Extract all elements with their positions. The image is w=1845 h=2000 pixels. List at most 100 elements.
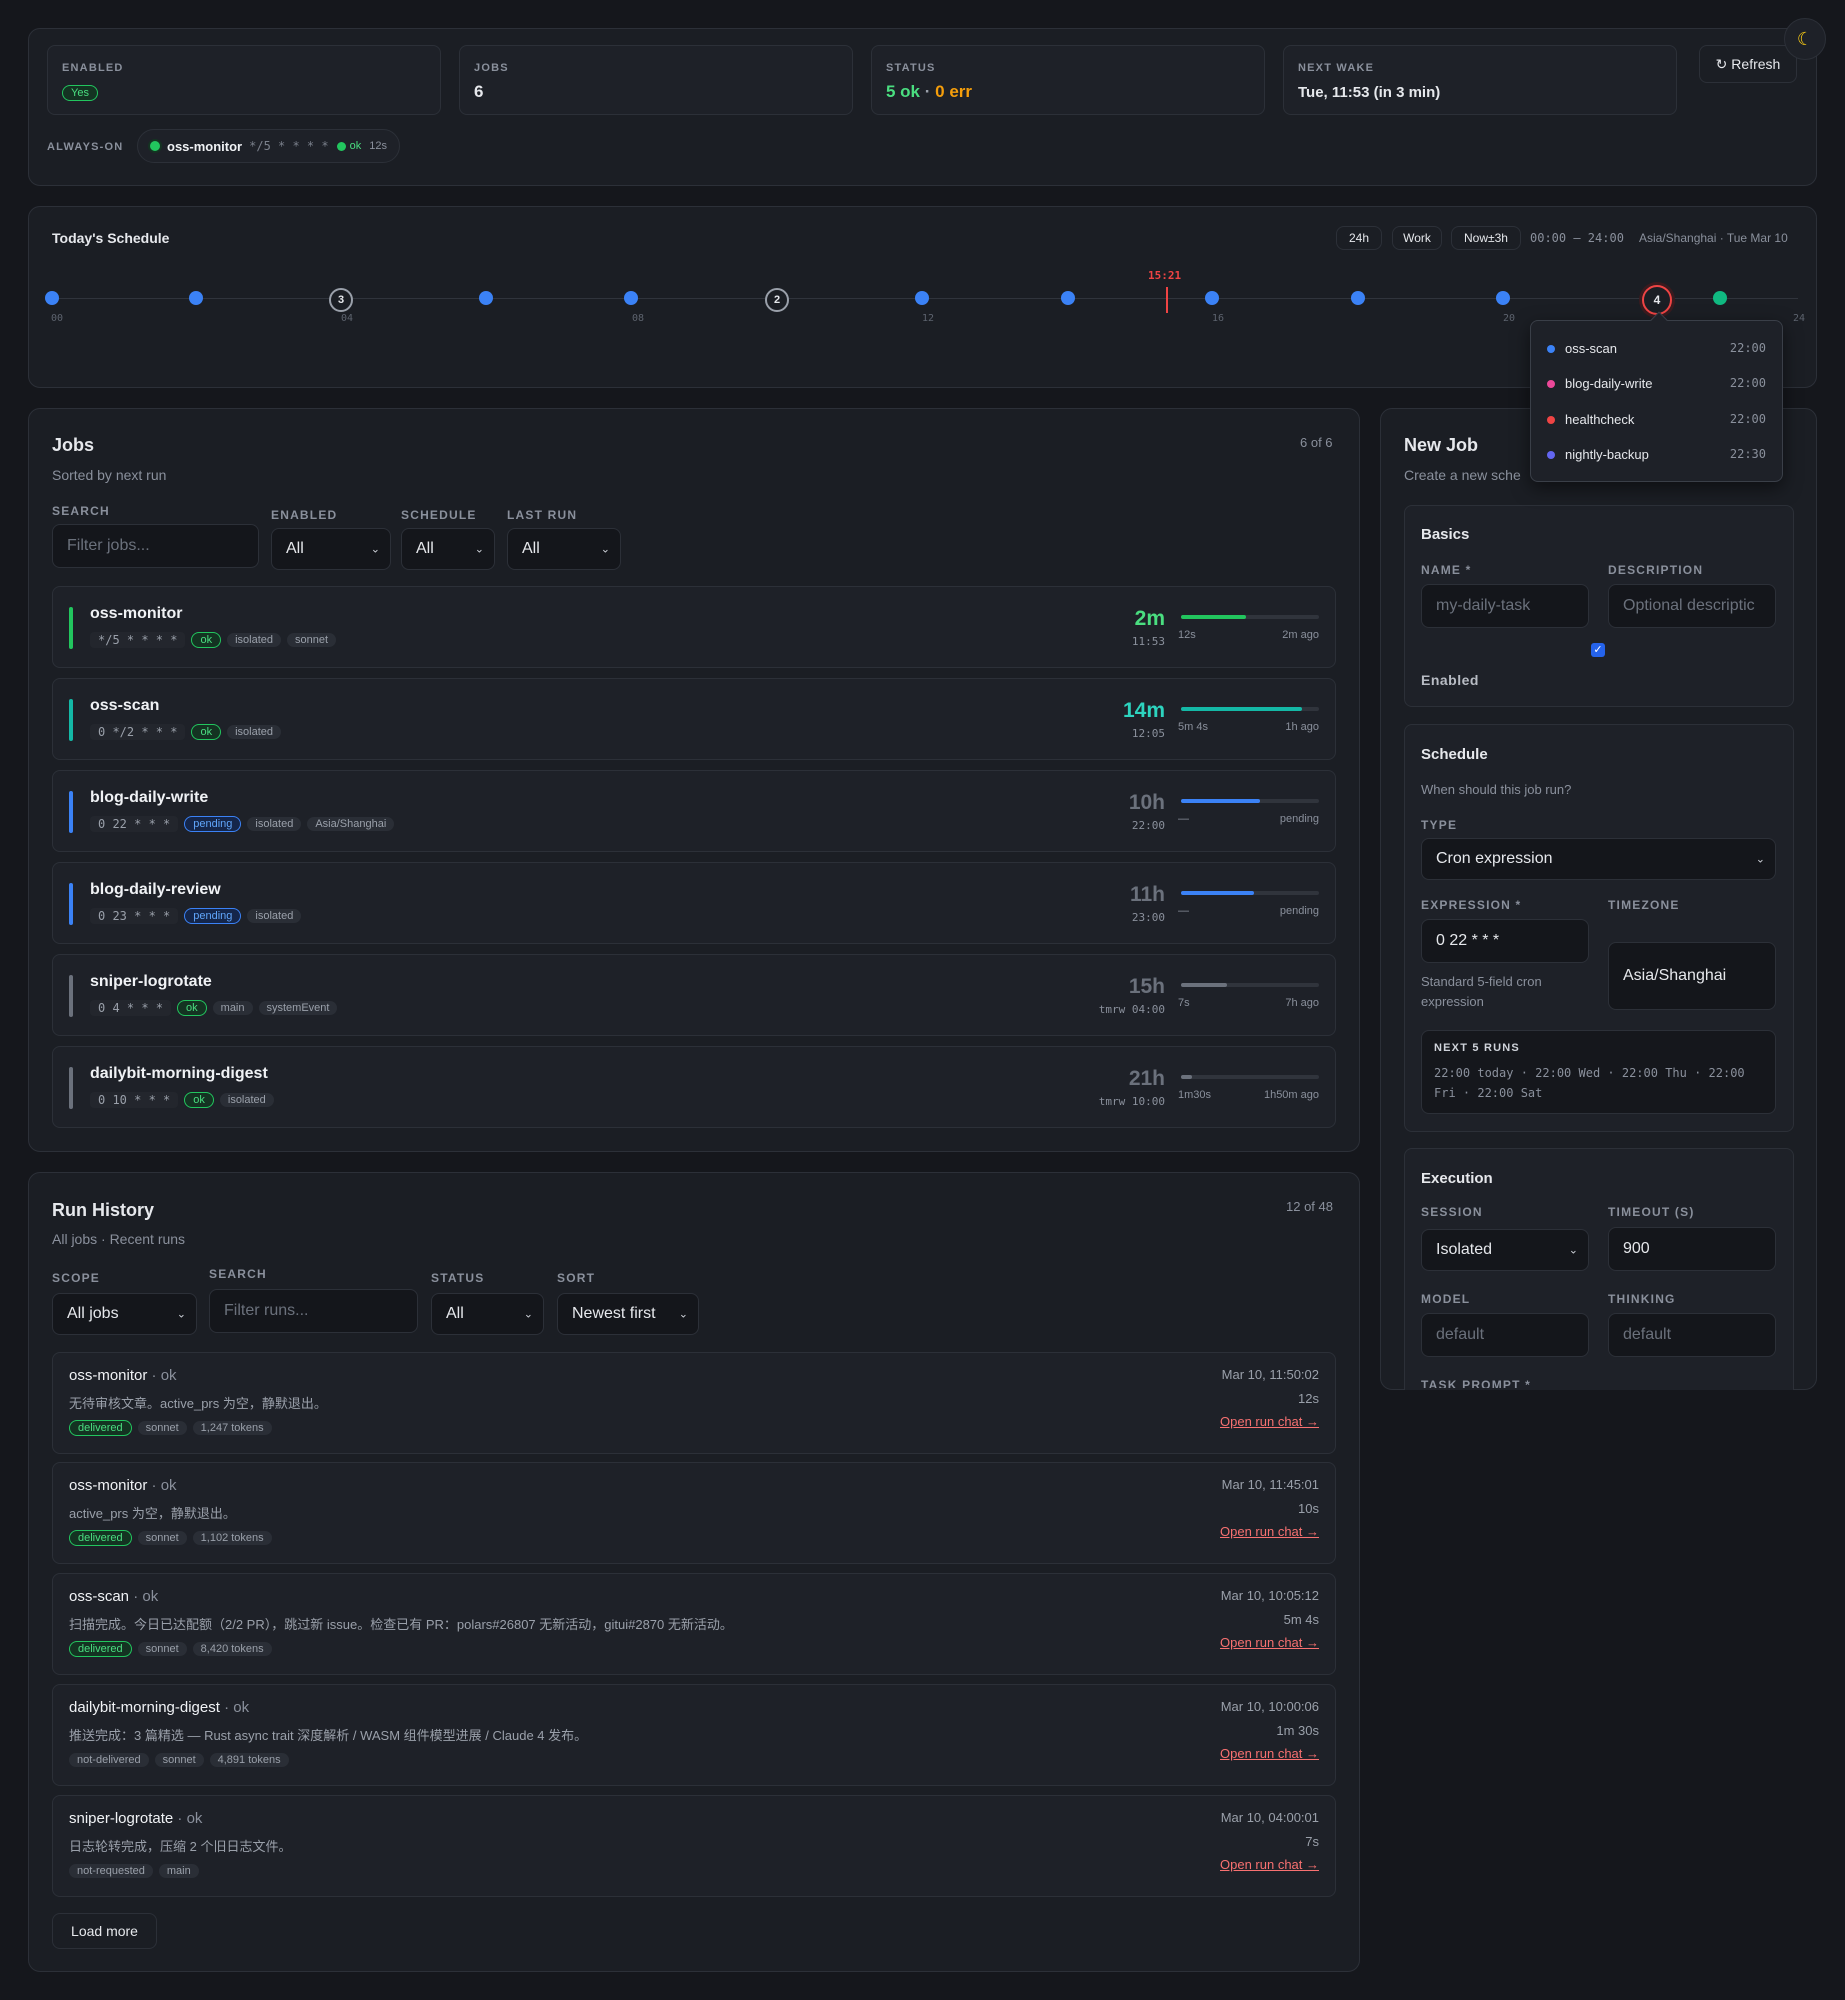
- timeline-cluster[interactable]: 2: [765, 288, 789, 312]
- load-more-button[interactable]: Load more: [52, 1913, 157, 1949]
- runs-scope-label: SCOPE: [52, 1271, 101, 1285]
- run-row[interactable]: oss-monitor · ok active_prs 为空，静默退出。 deliv…: [52, 1462, 1336, 1564]
- job-row[interactable]: oss-scan 0 */2 * * * ok isolated 14m 12:05 5m …: [52, 678, 1336, 760]
- timeline-job-dot[interactable]: [189, 291, 203, 305]
- jobs-lastrun-select[interactable]: All ⌄: [507, 528, 621, 570]
- popover-item[interactable]: nightly-backup: [1547, 447, 1649, 462]
- chevron-down-icon: ⌄: [370, 543, 380, 556]
- timeout-input[interactable]: 900: [1608, 1227, 1776, 1271]
- timeline-job-dot[interactable]: [479, 291, 493, 305]
- runs-sort-select[interactable]: Newest first ⌄: [557, 1293, 699, 1335]
- expression-hint: Standard 5-field cron expression: [1421, 974, 1542, 1009]
- job-progress: [1181, 615, 1319, 619]
- name-input[interactable]: my-daily-task: [1421, 584, 1589, 628]
- schedule-section-title: Schedule: [1421, 746, 1488, 763]
- job-tags: 0 10 * * * ok isolated: [90, 1091, 280, 1109]
- timeline-job-dot[interactable]: [1713, 291, 1727, 305]
- runs-search-input[interactable]: Filter runs...: [209, 1289, 418, 1333]
- job-tags: 0 22 * * * pending isolated Asia/Shanghai: [90, 815, 400, 833]
- theme-toggle-button[interactable]: ☾: [1784, 18, 1826, 60]
- newjob-subtitle: Create a new sche: [1404, 467, 1521, 483]
- job-name: sniper-logrotate: [90, 973, 212, 990]
- newjob-title: New Job: [1404, 435, 1479, 455]
- status-dot-icon: [150, 141, 160, 151]
- range-work-button[interactable]: Work: [1392, 226, 1442, 250]
- timeline-cluster-active[interactable]: 4: [1642, 285, 1672, 315]
- stat-next-wake-label: NEXT WAKE: [1298, 62, 1375, 74]
- type-select[interactable]: Cron expression ⌄: [1421, 838, 1776, 880]
- runs-status-select[interactable]: All ⌄: [431, 1293, 544, 1335]
- thinking-input[interactable]: default: [1608, 1313, 1776, 1357]
- run-summary: 无待审核文章。active_prs 为空，静默退出。: [69, 1396, 327, 1411]
- run-tag: 8,420 tokens: [192, 1642, 272, 1657]
- job-row[interactable]: dailybit-morning-digest 0 10 * * * ok isola…: [52, 1046, 1336, 1128]
- description-input[interactable]: Optional descriptic: [1608, 584, 1776, 628]
- open-run-chat-link[interactable]: Open run chat →: [1220, 1746, 1319, 1761]
- range-24h-button[interactable]: 24h: [1336, 226, 1382, 250]
- schedule-window: 00:00 — 24:00: [1530, 231, 1624, 245]
- run-duration: 12s: [1298, 1391, 1319, 1406]
- timeline-job-dot[interactable]: [45, 291, 59, 305]
- popover-item[interactable]: healthcheck: [1547, 412, 1634, 427]
- always-on-chip[interactable]: oss-monitor */5 * * * * ok 12s: [137, 129, 400, 163]
- popover-item[interactable]: blog-daily-write: [1547, 376, 1652, 391]
- timezone-input[interactable]: Asia/Shanghai: [1608, 942, 1776, 1010]
- chevron-down-icon: ⌄: [600, 543, 610, 556]
- job-progress-fill: [1181, 1075, 1193, 1079]
- jobs-search-input[interactable]: Filter jobs...: [52, 524, 259, 568]
- job-next-at: 23:00: [1131, 911, 1165, 924]
- job-tag: sonnet: [287, 633, 337, 648]
- popover-item-time: 22:30: [1729, 447, 1766, 461]
- job-tag: systemEvent: [258, 1001, 338, 1016]
- job-tags: 0 4 * * * ok main systemEvent: [90, 999, 343, 1017]
- job-progress-fill: [1181, 891, 1255, 895]
- jobs-schedule-select[interactable]: All ⌄: [401, 528, 495, 570]
- timeline-cluster[interactable]: 3: [329, 288, 353, 312]
- task-prompt-label: TASK PROMPT *: [1421, 1378, 1532, 1388]
- popover-item[interactable]: oss-scan: [1547, 341, 1617, 356]
- session-label: SESSION: [1421, 1205, 1483, 1219]
- timeline-job-dot[interactable]: [1351, 291, 1365, 305]
- enabled-checkbox[interactable]: ✓: [1591, 643, 1605, 657]
- timeline-job-dot[interactable]: [1496, 291, 1510, 305]
- run-job-name: oss-monitor: [69, 1477, 148, 1494]
- model-input[interactable]: default: [1421, 1313, 1589, 1357]
- job-row[interactable]: blog-daily-write 0 22 * * * pending isolate…: [52, 770, 1336, 852]
- session-select[interactable]: Isolated ⌄: [1421, 1229, 1589, 1271]
- job-last-ago: pending: [1279, 905, 1319, 917]
- refresh-button[interactable]: ↻ Refresh: [1699, 45, 1797, 83]
- stat-jobs-label: JOBS: [474, 62, 509, 74]
- tick-label: 20: [1503, 313, 1516, 324]
- job-last-ago: pending: [1279, 813, 1319, 825]
- timeline-job-dot[interactable]: [915, 291, 929, 305]
- timeline-job-dot[interactable]: [1061, 291, 1075, 305]
- run-status: · ok: [147, 1477, 177, 1494]
- range-now-button[interactable]: Now±3h: [1451, 226, 1521, 250]
- job-row[interactable]: blog-daily-review 0 23 * * * pending isolat…: [52, 862, 1336, 944]
- run-row[interactable]: sniper-logrotate · ok 日志轮转完成，压缩 2 个旧日志文件。…: [52, 1795, 1336, 1897]
- job-progress: [1181, 1075, 1319, 1079]
- run-row[interactable]: oss-monitor · ok 无待审核文章。active_prs 为空，静默退…: [52, 1352, 1336, 1454]
- run-tags: not-requested main: [69, 1862, 205, 1879]
- timeline-job-dot[interactable]: [1205, 291, 1219, 305]
- runs-scope-select[interactable]: All jobs ⌄: [52, 1293, 197, 1335]
- job-next-in: 11h: [1129, 883, 1165, 906]
- always-on-status: ok: [349, 140, 362, 152]
- open-run-chat-link[interactable]: Open run chat →: [1220, 1635, 1319, 1650]
- open-run-chat-link[interactable]: Open run chat →: [1220, 1524, 1319, 1539]
- expression-input[interactable]: 0 22 * * *: [1421, 919, 1589, 963]
- open-run-chat-link[interactable]: Open run chat →: [1220, 1414, 1319, 1429]
- timeline-job-dot[interactable]: [624, 291, 638, 305]
- jobs-enabled-select[interactable]: All ⌄: [271, 528, 391, 570]
- job-row[interactable]: sniper-logrotate 0 4 * * * ok main systemEve…: [52, 954, 1336, 1036]
- tick-label: 04: [341, 313, 354, 324]
- thinking-label: THINKING: [1608, 1292, 1676, 1306]
- job-row[interactable]: oss-monitor */5 * * * * ok isolated sonnet 2m…: [52, 586, 1336, 668]
- jobs-enabled-label: ENABLED: [271, 508, 338, 522]
- run-row[interactable]: oss-scan · ok 扫描完成。今日已达配额（2/2 PR），跳过新 iss…: [52, 1573, 1336, 1675]
- open-run-chat-link[interactable]: Open run chat →: [1220, 1857, 1319, 1872]
- job-name: blog-daily-write: [90, 789, 209, 806]
- job-progress: [1181, 707, 1319, 711]
- job-name: dailybit-morning-digest: [90, 1065, 268, 1082]
- run-row[interactable]: dailybit-morning-digest · ok 推送完成：3 篇精选 —…: [52, 1684, 1336, 1786]
